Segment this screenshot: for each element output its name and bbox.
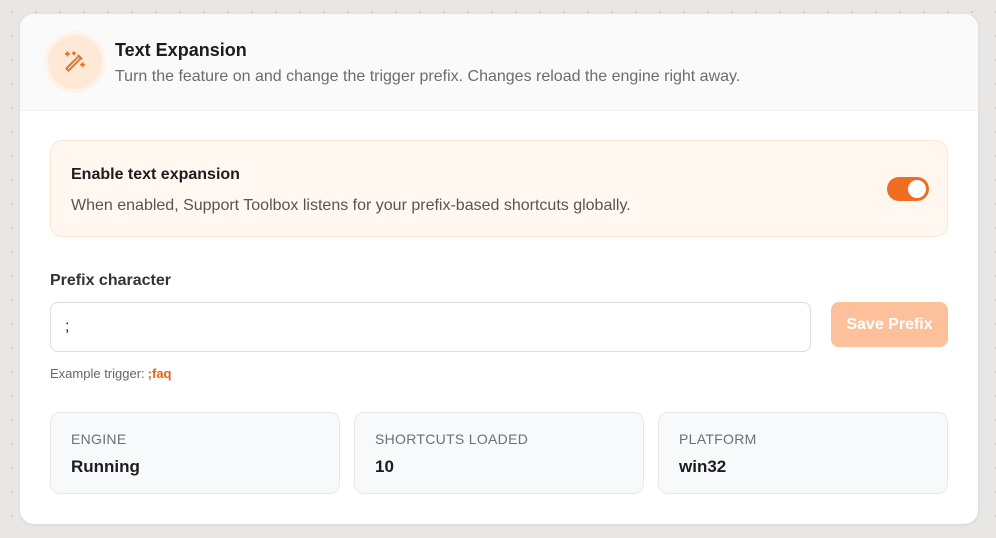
stat-card-shortcuts: SHORTCUTS LOADED 10	[354, 412, 644, 494]
page-subtitle: Turn the feature on and change the trigg…	[115, 68, 741, 85]
stat-label: PLATFORM	[679, 431, 757, 447]
enable-expansion-description: When enabled, Support Toolbox listens fo…	[71, 197, 631, 214]
toggle-knob	[908, 180, 926, 198]
stat-card-engine: ENGINE Running	[50, 412, 340, 494]
card-header: Text Expansion Turn the feature on and c…	[20, 14, 978, 111]
enable-expansion-toggle[interactable]	[887, 177, 929, 201]
stat-value: win32	[679, 457, 727, 476]
settings-card: Text Expansion Turn the feature on and c…	[20, 14, 978, 524]
example-trigger-label: Example trigger:	[50, 366, 145, 381]
save-prefix-button[interactable]: Save Prefix	[831, 302, 948, 347]
page-title: Text Expansion	[115, 40, 247, 60]
magic-wand-icon	[48, 35, 102, 89]
prefix-input[interactable]	[50, 302, 811, 352]
stat-label: ENGINE	[71, 431, 127, 447]
enable-expansion-panel: Enable text expansion When enabled, Supp…	[50, 140, 948, 237]
example-trigger: Example trigger: ;faq	[50, 366, 172, 381]
stat-value: 10	[375, 457, 394, 476]
prefix-label: Prefix character	[50, 272, 171, 289]
stat-value: Running	[71, 457, 140, 476]
example-trigger-value: ;faq	[147, 366, 172, 381]
stat-card-platform: PLATFORM win32	[658, 412, 948, 494]
enable-expansion-title: Enable text expansion	[71, 166, 240, 183]
stat-label: SHORTCUTS LOADED	[375, 431, 529, 447]
